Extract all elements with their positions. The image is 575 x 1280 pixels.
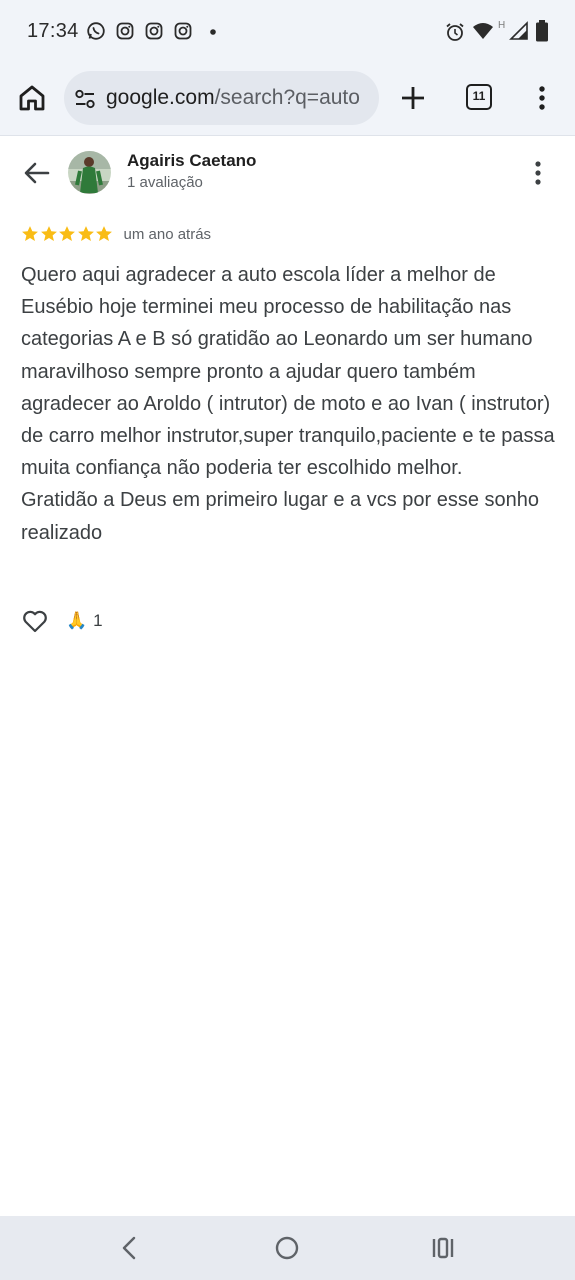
url-path: /search?q=auto [214,86,360,109]
author-name[interactable]: Agairis Caetano [127,151,256,171]
star-icon [22,226,38,242]
star-rating: um ano atrás [21,224,211,244]
nav-back-icon[interactable] [116,1234,144,1262]
instagram-icon [116,22,134,40]
status-bar: 17:34 H [0,0,575,62]
whatsapp-icon [87,22,105,40]
back-arrow-icon[interactable] [22,158,52,188]
battery-icon [536,20,548,42]
address-bar[interactable]: google.com/search?q=auto [64,71,379,125]
browser-toolbar: google.com/search?q=auto 11 [0,62,575,136]
more-dot-icon [210,29,216,35]
review-date: um ano atrás [123,225,212,243]
review-text: Quero aqui agradecer a auto escola líder… [21,264,555,544]
new-tab-icon[interactable] [398,83,428,113]
tab-count: 11 [472,89,486,103]
author-review-count: 1 avaliação [127,174,203,191]
page: 17:34 H google.com/search?q=auto 11 Agai… [0,0,575,1280]
instagram-icon [145,22,163,40]
more-vert-icon[interactable] [526,158,550,188]
instagram-icon [174,22,192,40]
signal-h-icon [509,21,528,40]
reactions-row: 🙏 1 [21,606,103,636]
heart-icon[interactable] [21,607,49,635]
reaction-count: 1 [93,611,103,630]
wifi-icon [473,23,493,39]
pray-emoji-reaction[interactable]: 🙏 [66,611,87,631]
url-domain: google.com [106,86,215,109]
star-icon [96,226,112,242]
site-settings-icon[interactable] [74,88,96,110]
star-icon [59,226,75,242]
alarm-icon [446,23,464,41]
network-type-label: H [498,20,506,31]
url-text[interactable]: google.com/search?q=auto [106,86,360,110]
home-icon[interactable] [16,82,48,114]
status-time: 17:34 [27,20,79,42]
nav-home-icon[interactable] [273,1234,301,1262]
avatar[interactable] [68,151,111,194]
nav-recents-icon[interactable] [429,1234,457,1262]
star-icon [77,226,94,242]
system-nav-bar [0,1216,575,1280]
more-vert-icon[interactable] [530,82,554,114]
star-icon [40,226,57,242]
tab-switcher-button[interactable]: 11 [466,84,492,110]
